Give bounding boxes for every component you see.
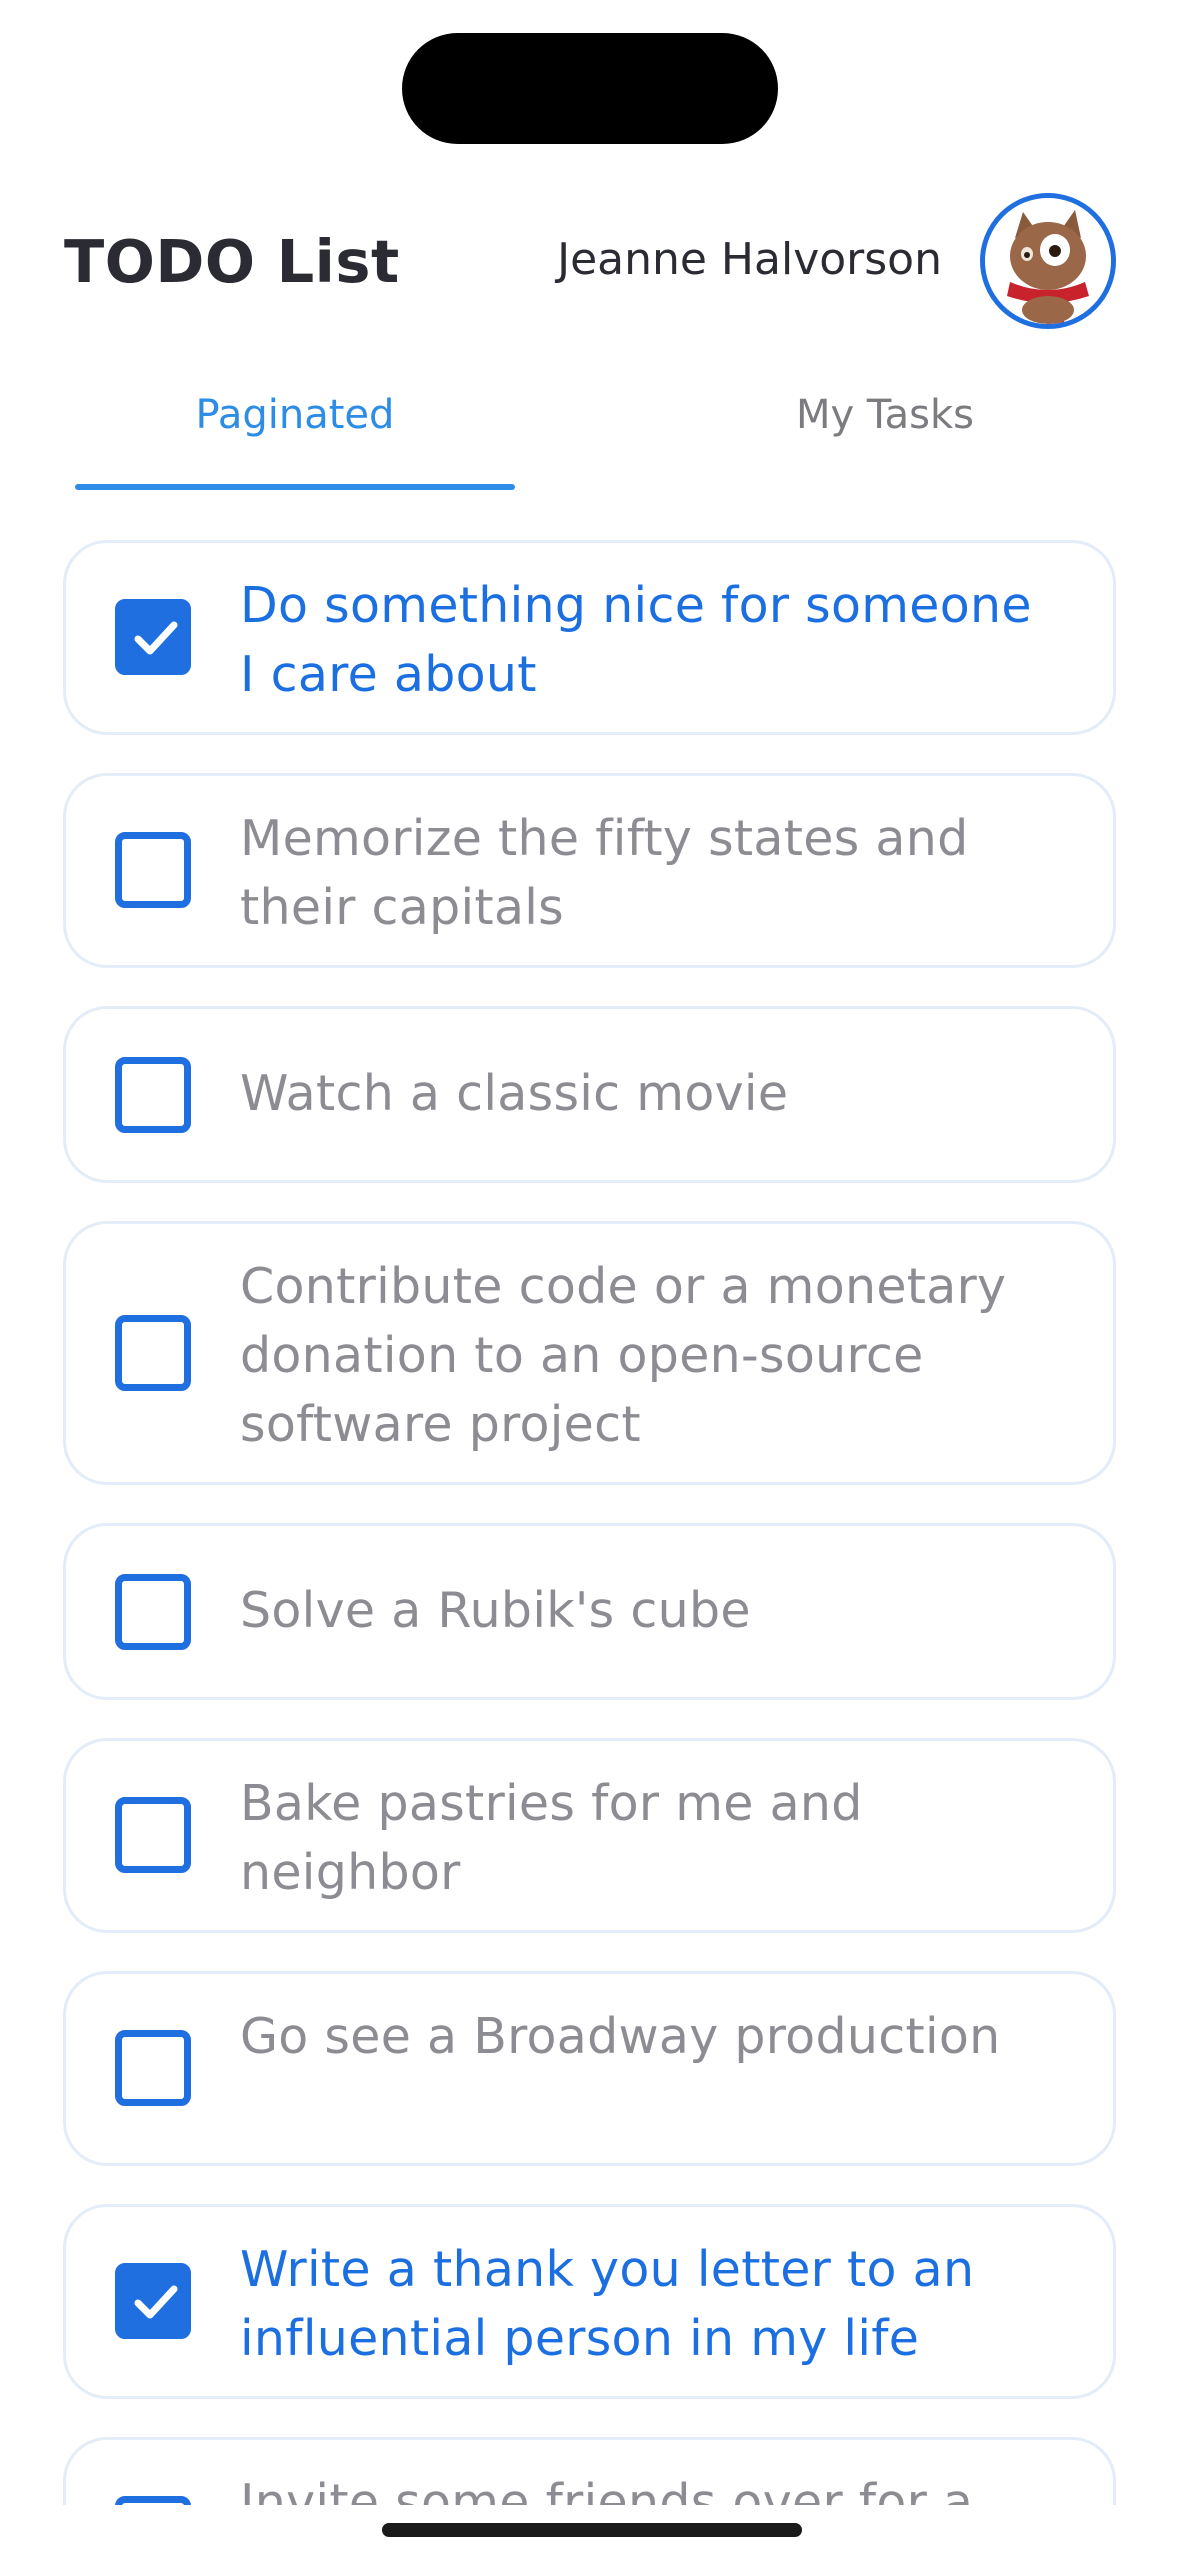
page-title: TODO List — [64, 227, 400, 296]
todo-text: Go see a Broadway production — [240, 2008, 1001, 2065]
checkbox-unchecked[interactable] — [115, 1315, 191, 1391]
checkbox-unchecked[interactable] — [115, 832, 191, 908]
todo-item[interactable]: Watch a classic movie — [63, 1006, 1116, 1183]
todo-text: Contribute code or a monetary donation t… — [240, 1258, 1007, 1453]
todo-text: Memorize the fifty states and their capi… — [240, 810, 969, 936]
user-name: Jeanne Halvorson — [557, 234, 942, 285]
tab-my-tasks[interactable]: My Tasks — [590, 360, 1179, 490]
todo-item[interactable]: Do something nice for someone I care abo… — [63, 540, 1116, 735]
todo-text: Solve a Rubik's cube — [240, 1582, 751, 1639]
todo-item[interactable]: Memorize the fifty states and their capi… — [63, 773, 1116, 968]
checkbox-unchecked[interactable] — [115, 2030, 191, 2106]
checkmark-icon — [134, 621, 178, 655]
todo-item[interactable]: Contribute code or a monetary donation t… — [63, 1221, 1116, 1485]
todo-item[interactable]: Bake pastries for me and neighbor — [63, 1738, 1116, 1933]
todo-item[interactable]: Invite some friends over for a — [63, 2437, 1116, 2505]
todo-item[interactable]: Solve a Rubik's cube — [63, 1523, 1116, 1700]
todo-text: Write a thank you letter to an influenti… — [240, 2241, 975, 2367]
checkbox-unchecked[interactable] — [115, 1057, 191, 1133]
todo-text: Bake pastries for me and neighbor — [240, 1775, 863, 1901]
todo-text: Do something nice for someone I care abo… — [240, 577, 1032, 703]
todo-text: Watch a classic movie — [240, 1065, 789, 1122]
tab-paginated[interactable]: Paginated — [0, 360, 590, 490]
dynamic-island — [402, 33, 778, 144]
avatar[interactable] — [980, 193, 1116, 329]
checkbox-checked[interactable] — [115, 2263, 191, 2339]
todo-item[interactable]: Go see a Broadway production — [63, 1971, 1116, 2166]
todo-list[interactable]: Do something nice for someone I care abo… — [63, 540, 1116, 2505]
checkbox-unchecked[interactable] — [115, 1574, 191, 1650]
checkbox-checked[interactable] — [115, 599, 191, 675]
todo-text: Invite some friends over for a — [240, 2474, 974, 2505]
cat-avatar-icon — [985, 198, 1111, 324]
tab-bar: Paginated My Tasks — [0, 360, 1179, 490]
todo-item[interactable]: Write a thank you letter to an influenti… — [63, 2204, 1116, 2399]
home-indicator[interactable] — [382, 2523, 802, 2537]
tab-indicator — [75, 484, 515, 490]
checkmark-icon — [134, 2285, 178, 2319]
checkbox-unchecked[interactable] — [115, 1797, 191, 1873]
checkbox-unchecked[interactable] — [115, 2496, 191, 2505]
